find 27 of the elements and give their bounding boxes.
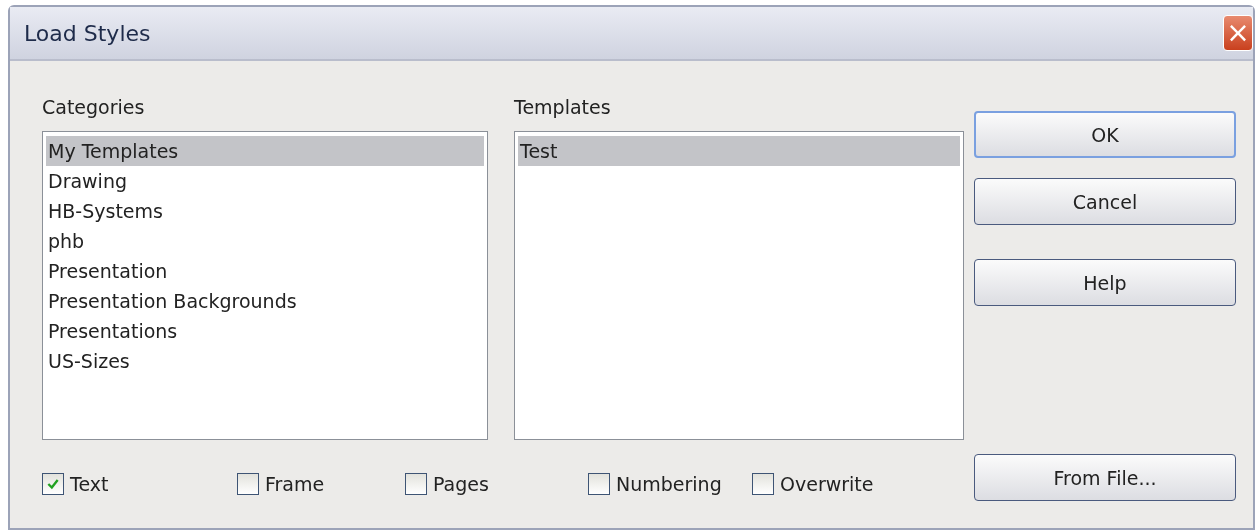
checkbox[interactable] [752,472,774,495]
list-item[interactable]: My Templates [46,136,484,166]
checkbox[interactable] [588,472,610,495]
list-item[interactable]: US-Sizes [46,346,484,376]
list-item[interactable]: Test [518,136,960,166]
list-item[interactable]: Presentation Backgrounds [46,286,484,316]
categories-label: Categories [42,95,146,120]
list-item[interactable]: Drawing [46,166,484,196]
checkbox-label: Frame [265,472,325,495]
checkbox[interactable] [42,472,64,495]
list-item[interactable]: HB-Systems [46,196,484,226]
from-file-button[interactable]: From File... [974,454,1236,501]
list-item[interactable]: Presentation [46,256,484,286]
dialog-button[interactable]: Help [974,259,1236,306]
close-button[interactable]: × [1223,15,1253,51]
window-title: Load Styles [24,20,151,46]
checkbox-label: Numbering [616,472,722,495]
list-item[interactable]: phb [46,226,484,256]
templates-label: Templates [514,95,612,120]
checkbox-label: Text [70,472,109,495]
checkbox-label: Pages [433,472,489,495]
list-item[interactable]: Presentations [46,316,484,346]
dialog-button[interactable]: OK [974,111,1236,158]
checkbox-label: Overwrite [780,472,874,495]
checkbox[interactable] [237,472,259,495]
dialog-button[interactable]: Cancel [974,178,1236,225]
checkbox[interactable] [405,472,427,495]
